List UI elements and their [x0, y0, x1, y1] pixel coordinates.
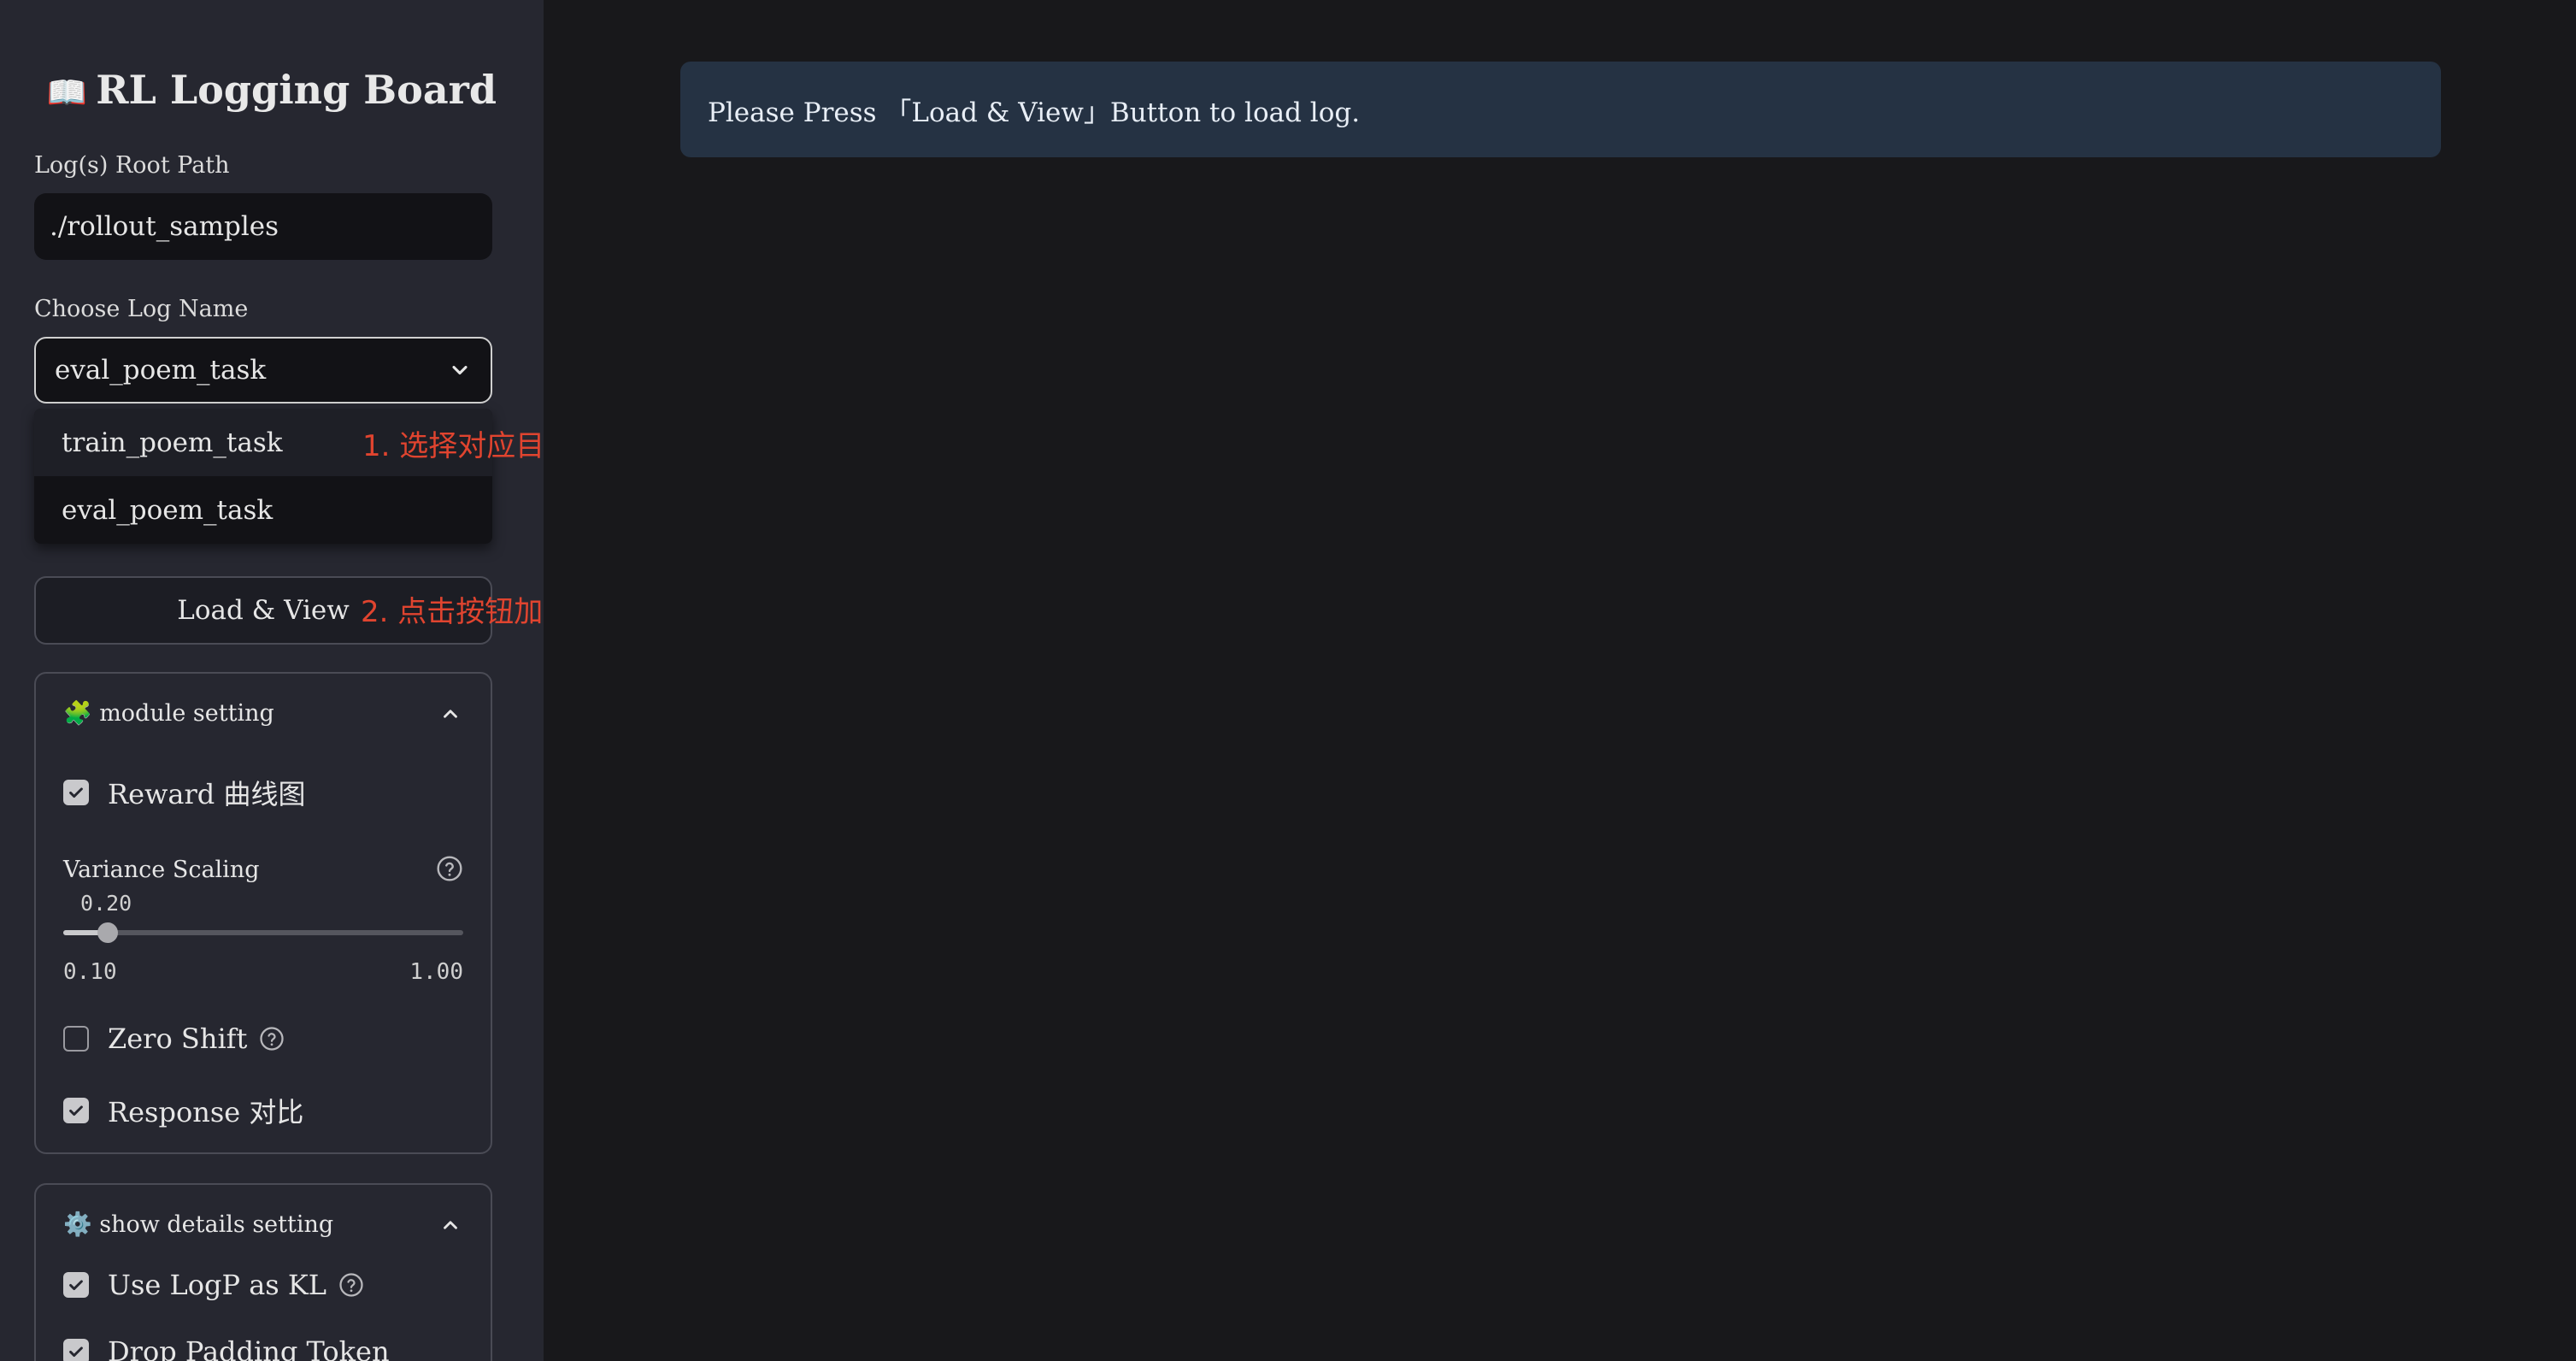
- slider-thumb[interactable]: [97, 922, 118, 943]
- check-icon: [69, 787, 83, 798]
- variance-scaling-slider[interactable]: [63, 922, 463, 943]
- details-setting-expander: ⚙️ show details setting Use LogP as KL D…: [34, 1183, 492, 1361]
- response-compare-row: Response 对比: [63, 1091, 303, 1130]
- variance-scaling-value: 0.20: [80, 891, 132, 916]
- chevron-down-icon: [452, 365, 468, 375]
- slider-min-label: 0.10: [63, 959, 117, 985]
- annotation-step1: 1. 选择对应目录: [362, 429, 574, 463]
- details-setting-header[interactable]: ⚙️ show details setting: [63, 1211, 333, 1238]
- slider-max-label: 1.00: [409, 959, 463, 985]
- log-name-selected: eval_poem_task: [55, 355, 267, 386]
- use-logp-kl-row: Use LogP as KL: [63, 1269, 364, 1301]
- check-icon: [69, 1280, 83, 1291]
- chevron-up-icon[interactable]: [439, 1214, 462, 1236]
- help-icon[interactable]: [436, 855, 463, 882]
- log-name-label: Choose Log Name: [34, 296, 249, 322]
- info-banner: Please Press 「Load & View」Button to load…: [680, 62, 2441, 157]
- sidebar: 📖RL Logging Board Log(s) Root Path Choos…: [0, 0, 544, 1361]
- check-icon: [69, 1105, 83, 1116]
- response-compare-label: Response 对比: [108, 1096, 304, 1128]
- reward-curve-label: Reward 曲线图: [108, 778, 306, 810]
- book-icon: 📖: [46, 73, 88, 111]
- zero-shift-checkbox[interactable]: [63, 1026, 89, 1052]
- use-logp-kl-label: Use LogP as KL: [108, 1269, 327, 1301]
- reward-curve-row: Reward 曲线图: [63, 773, 305, 812]
- drop-padding-label: Drop Padding Token: [108, 1335, 390, 1361]
- module-setting-header[interactable]: 🧩 module setting: [63, 699, 274, 727]
- annotation-step2: 2. 点击按钮加载: [361, 595, 573, 629]
- reward-curve-checkbox[interactable]: [63, 780, 89, 805]
- app-title: 📖 RL Logging Board: [0, 67, 544, 113]
- dropdown-option-eval[interactable]: eval_poem_task: [34, 476, 492, 544]
- use-logp-kl-checkbox[interactable]: [63, 1272, 89, 1298]
- variance-scaling-label: Variance Scaling: [63, 857, 260, 883]
- drop-padding-row: Drop Padding Token: [63, 1335, 390, 1361]
- check-icon: [69, 1346, 83, 1358]
- root-path-input[interactable]: [34, 193, 492, 260]
- root-path-label: Log(s) Root Path: [34, 152, 230, 179]
- main-content: Please Press 「Load & View」Button to load…: [544, 0, 2576, 1361]
- drop-padding-checkbox[interactable]: [63, 1339, 89, 1361]
- help-icon[interactable]: [259, 1026, 285, 1052]
- zero-shift-label: Zero Shift: [108, 1022, 248, 1055]
- log-name-select[interactable]: eval_poem_task: [34, 337, 492, 404]
- response-compare-checkbox[interactable]: [63, 1098, 89, 1123]
- help-icon[interactable]: [338, 1272, 364, 1298]
- chevron-up-icon[interactable]: [439, 703, 462, 725]
- zero-shift-row: Zero Shift: [63, 1022, 285, 1055]
- app-title-text: RL Logging Board: [96, 67, 497, 113]
- module-setting-expander: 🧩 module setting Reward 曲线图 Variance Sca…: [34, 672, 492, 1154]
